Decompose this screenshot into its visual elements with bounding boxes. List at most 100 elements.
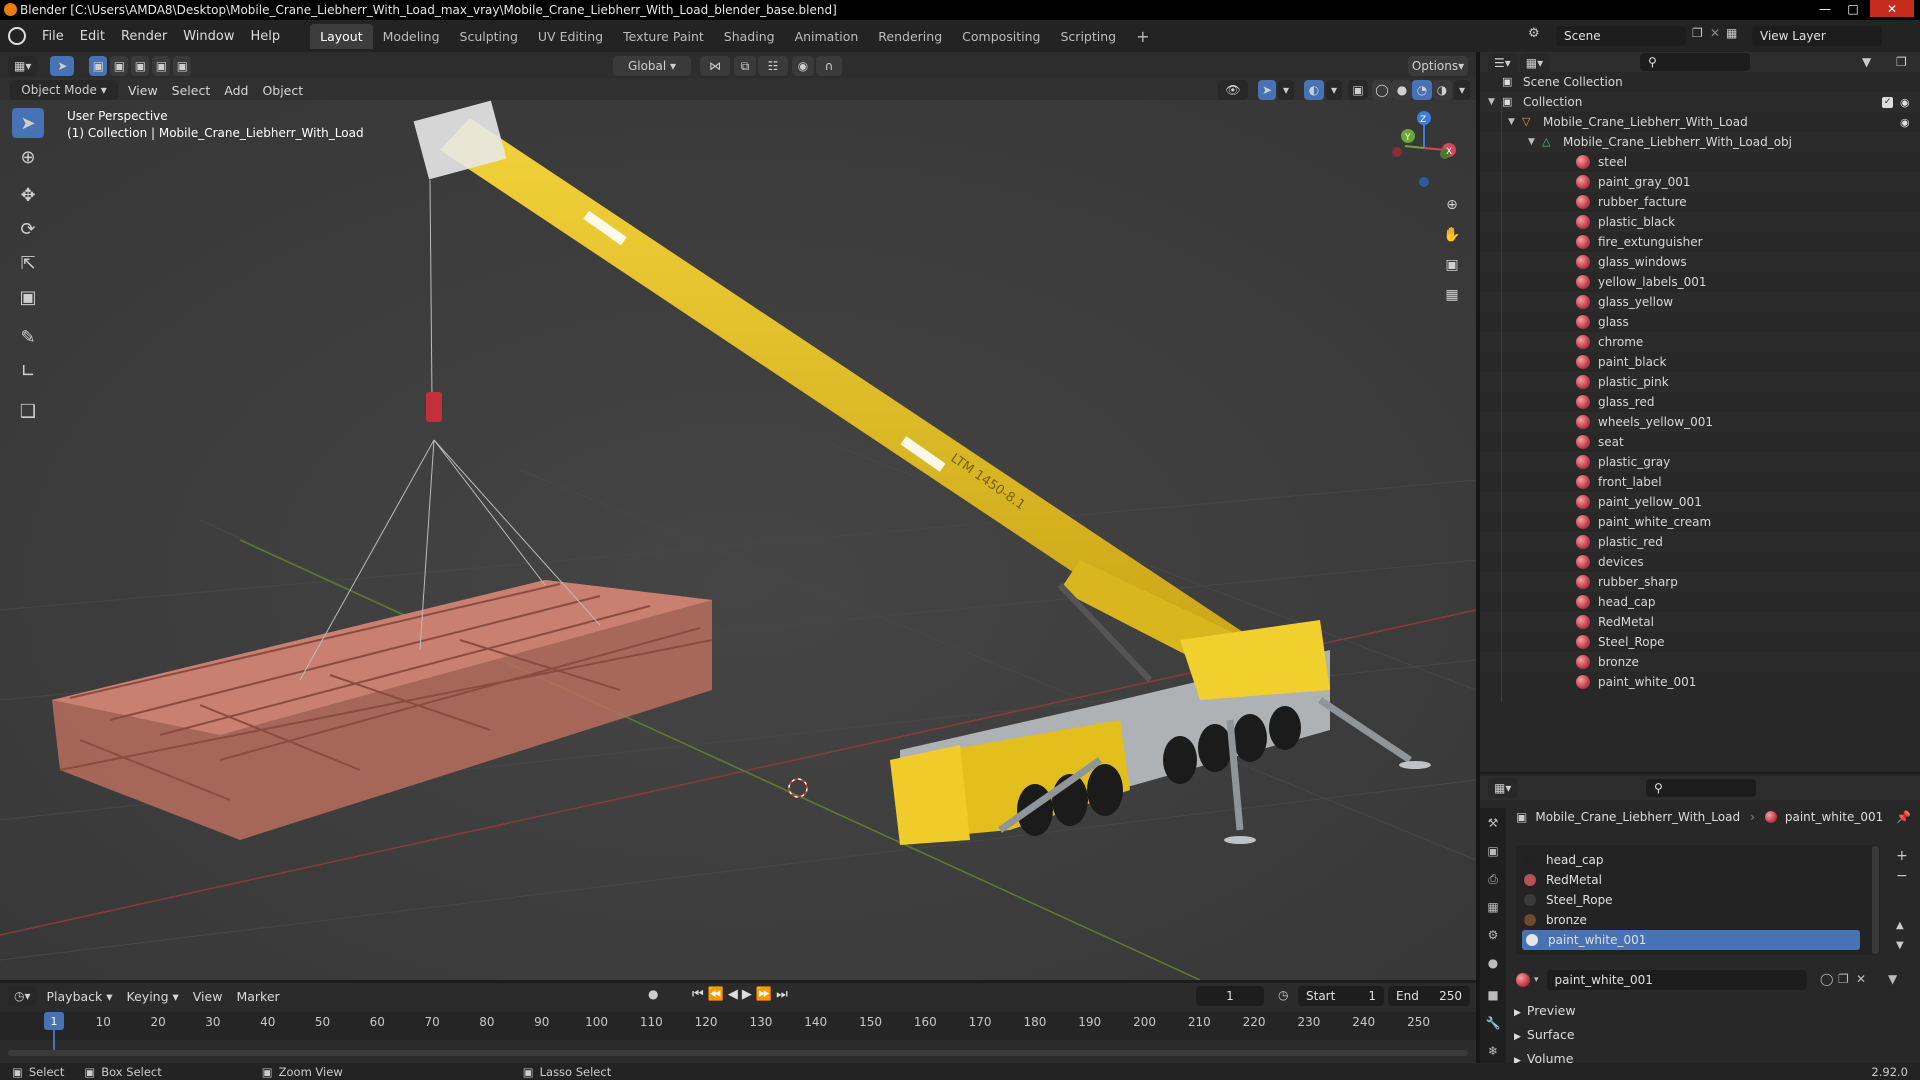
outliner-material-item[interactable]: paint_gray_001 (1480, 172, 1920, 192)
outliner-material-item[interactable]: paint_yellow_001 (1480, 492, 1920, 512)
material-slot[interactable]: head_cap (1520, 850, 1860, 870)
slot-scrollbar[interactable] (1872, 846, 1879, 954)
record-icon[interactable]: ● (648, 987, 658, 1001)
outliner-scene-collection[interactable]: ▣ Scene Collection (1480, 72, 1920, 92)
blender-menu-icon[interactable] (8, 27, 26, 45)
transform-orientation-dropdown[interactable]: Global ▾ (613, 56, 691, 76)
view-layer-tab-icon[interactable]: ▦ (1484, 898, 1502, 916)
maximize-icon[interactable]: □ (1840, 0, 1866, 17)
remove-slot-icon[interactable]: − (1896, 868, 1908, 884)
camera-view-icon[interactable]: ▣ (1439, 252, 1465, 278)
tab-animation[interactable]: Animation (785, 24, 869, 49)
playback-controls[interactable]: ⏮⏪◀▶⏩⏭ (692, 987, 792, 1002)
xray-icon[interactable]: ▣ (1348, 80, 1368, 100)
menu-playback[interactable]: Playback ▾ (40, 989, 120, 1004)
particles-tab-icon[interactable]: ❄ (1484, 1042, 1502, 1060)
material-slot[interactable]: paint_white_001 (1522, 930, 1860, 950)
menu-window[interactable]: Window (175, 29, 242, 44)
material-slot[interactable]: bronze (1520, 910, 1860, 930)
material-slot[interactable]: RedMetal (1520, 870, 1860, 890)
scene-field[interactable]: Scene (1556, 26, 1686, 46)
move-slot-up-icon[interactable]: ▲ (1896, 920, 1904, 931)
disclosure-triangle-icon[interactable]: ▼ (1488, 97, 1502, 107)
zoom-icon[interactable]: ⊕ (1439, 192, 1465, 218)
tab-compositing[interactable]: Compositing (952, 24, 1050, 49)
pan-hand-icon[interactable]: ✋ (1439, 222, 1465, 248)
outliner-material-item[interactable]: bronze (1480, 652, 1920, 672)
menu-object[interactable]: Object (255, 83, 310, 98)
outliner-collection[interactable]: ▼ ▣ Collection ✓ ◉ (1480, 92, 1920, 112)
menu-keying[interactable]: Keying ▾ (120, 989, 186, 1004)
cursor-tool-icon[interactable]: ⊕ (12, 142, 44, 172)
scale-tool-icon[interactable]: ⇱ (12, 248, 44, 278)
render-tab-icon[interactable]: ▣ (1484, 842, 1502, 860)
annotate-tool-icon[interactable]: ✎ (12, 322, 44, 352)
tab-rendering[interactable]: Rendering (868, 24, 952, 49)
visibility-eye-icon[interactable]: ◉ (1900, 116, 1910, 129)
menu-view[interactable]: View (121, 83, 165, 98)
snap-target-icon[interactable]: ☷ (758, 56, 788, 76)
outliner-material-item[interactable]: glass (1480, 312, 1920, 332)
outliner-object[interactable]: ▼ ▽ Mobile_Crane_Liebherr_With_Load ◉ (1480, 112, 1920, 132)
outliner-material-item[interactable]: glass_red (1480, 392, 1920, 412)
menu-add[interactable]: Add (217, 83, 255, 98)
properties-editor-type-icon[interactable]: ▦▾ (1488, 778, 1518, 798)
select-new-icon[interactable]: ▣ (89, 56, 108, 76)
scene-icon[interactable]: ⚙ (1528, 26, 1540, 41)
select-tool-icon[interactable]: ➤ (50, 56, 75, 76)
visibility-eye-icon[interactable]: ◉ (1900, 96, 1910, 109)
output-tab-icon[interactable]: ⎙ (1484, 870, 1502, 888)
proportional-edit-icon[interactable]: ◉ (792, 56, 814, 76)
filter-icon[interactable]: ▼ (1862, 55, 1871, 69)
shading-dropdown-icon[interactable]: ▾ (1454, 80, 1470, 100)
unlink-material-icon[interactable]: ✕ (1856, 972, 1866, 986)
outliner-material-item[interactable]: fire_extunguisher (1480, 232, 1920, 252)
modifier-tab-icon[interactable]: 🔧 (1484, 1014, 1502, 1032)
outliner-editor-type-icon[interactable]: ☰▾ (1488, 53, 1517, 73)
add-slot-icon[interactable]: + (1896, 848, 1908, 864)
outliner-material-item[interactable]: steel (1480, 152, 1920, 172)
select-intersect-icon[interactable]: ▣ (173, 56, 192, 76)
close-icon[interactable]: ✕ (1870, 0, 1914, 17)
menu-render[interactable]: Render (113, 29, 175, 44)
menu-file[interactable]: File (34, 29, 72, 44)
outliner-search-input[interactable]: ⚲ (1640, 53, 1750, 71)
select-extend-icon[interactable]: ▣ (110, 56, 129, 76)
panel-preview[interactable]: ▶ Preview (1514, 1003, 1576, 1018)
pivot-point-icon[interactable]: ⋈ (700, 56, 730, 76)
outliner-material-item[interactable]: paint_white_cream (1480, 512, 1920, 532)
outliner-material-item[interactable]: Steel_Rope (1480, 632, 1920, 652)
overlay-icon[interactable]: ◐ (1304, 80, 1324, 100)
gizmo-dropdown-icon[interactable]: ▾ (1278, 80, 1294, 100)
falloff-icon[interactable]: ∩ (816, 56, 842, 76)
current-frame-field[interactable]: 1 (1196, 986, 1264, 1006)
gizmo-icon[interactable]: ➤ (1258, 80, 1276, 100)
outliner-mesh[interactable]: ▼ △ Mobile_Crane_Liebherr_With_Load_obj (1480, 132, 1920, 152)
outliner-material-item[interactable]: glass_yellow (1480, 292, 1920, 312)
outliner-material-item[interactable]: RedMetal (1480, 612, 1920, 632)
outliner-material-item[interactable]: glass_windows (1480, 252, 1920, 272)
material-slot[interactable]: Steel_Rope (1520, 890, 1860, 910)
wireframe-shading-icon[interactable]: ◯ (1372, 80, 1392, 100)
3d-viewport[interactable]: LTM 1450-8.1 Z X Y User Perspective (1) … (0, 100, 1476, 980)
material-name-field[interactable]: paint_white_001 (1546, 970, 1807, 990)
new-scene-icon[interactable]: ❐ (1692, 26, 1703, 40)
menu-timeline-view[interactable]: View (186, 989, 230, 1004)
tab-texture-paint[interactable]: Texture Paint (613, 24, 714, 49)
start-frame-field[interactable]: Start 1 (1298, 986, 1384, 1006)
tab-sculpting[interactable]: Sculpting (450, 24, 528, 49)
outliner-material-item[interactable]: yellow_labels_001 (1480, 272, 1920, 292)
node-link-icon[interactable]: ▼ (1888, 972, 1897, 986)
add-cube-tool-icon[interactable]: ❑ (12, 396, 44, 426)
menu-edit[interactable]: Edit (72, 29, 113, 44)
outliner-material-item[interactable]: head_cap (1480, 592, 1920, 612)
outliner-material-item[interactable]: rubber_facture (1480, 192, 1920, 212)
view-layer-icon[interactable]: ▦ (1726, 26, 1737, 40)
properties-search-input[interactable]: ⚲ (1646, 779, 1756, 797)
view-layer-field[interactable]: View Layer (1752, 26, 1882, 46)
outliner-material-item[interactable]: paint_black (1480, 352, 1920, 372)
measure-tool-icon[interactable]: ∟ (12, 356, 44, 386)
select-invert-icon[interactable]: ▣ (152, 56, 171, 76)
options-dropdown[interactable]: Options ▾ (1408, 56, 1468, 76)
pin-icon[interactable]: 📌 (1896, 810, 1911, 824)
